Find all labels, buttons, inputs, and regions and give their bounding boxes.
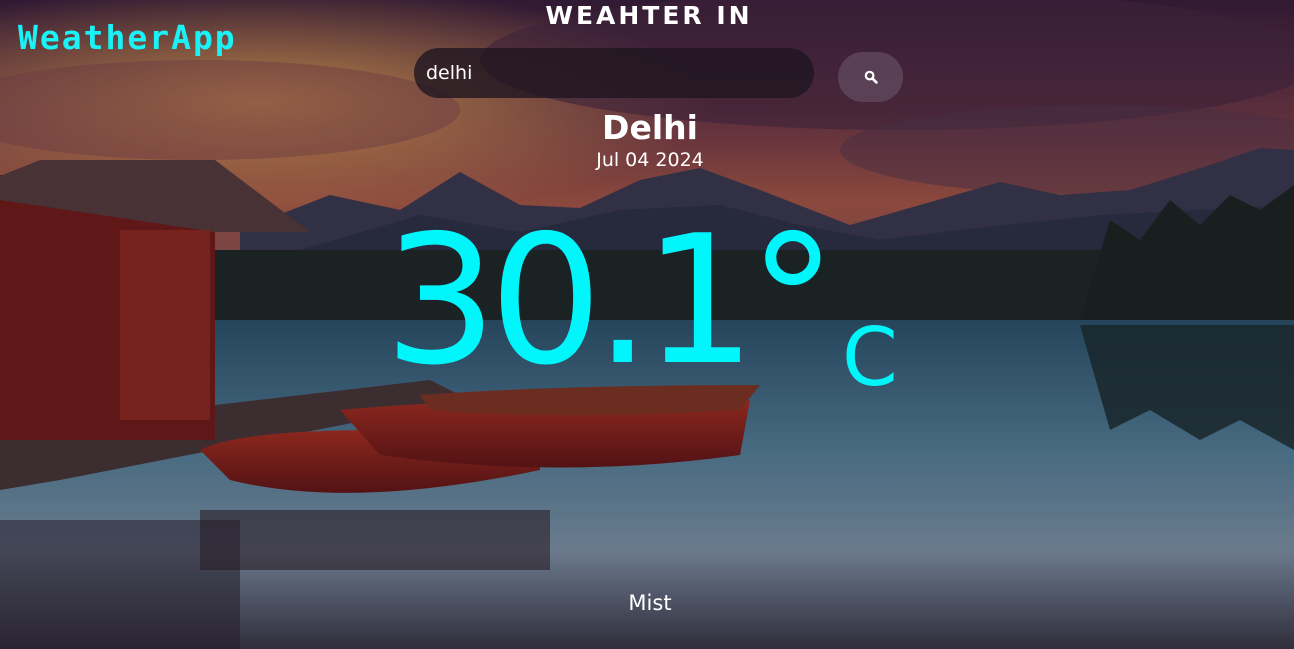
city-name: Delhi xyxy=(602,108,698,147)
search-button[interactable] xyxy=(838,52,903,102)
weather-app: WeatherApp WEAHTER IN Delhi Jul 04 2024 … xyxy=(0,0,1294,649)
city-search-input[interactable] xyxy=(414,48,814,98)
current-date: Jul 04 2024 xyxy=(596,149,704,171)
weather-condition: Mist xyxy=(628,591,672,615)
temperature-unit: C xyxy=(842,311,898,404)
page-heading: WEAHTER IN xyxy=(545,1,753,30)
temperature-value: 30.1° xyxy=(384,197,837,404)
search-icon xyxy=(864,70,878,84)
